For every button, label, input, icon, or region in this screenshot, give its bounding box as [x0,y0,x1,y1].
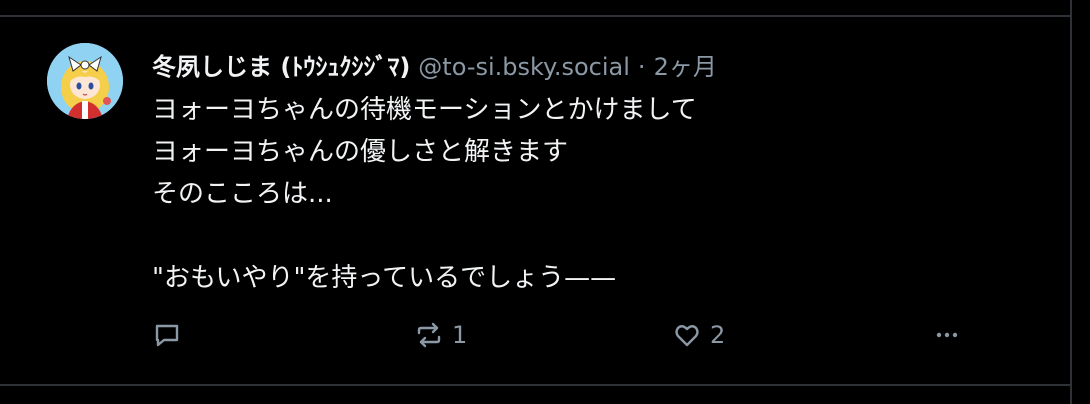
like-count: 2 [710,321,726,349]
header-separator: · [637,53,646,81]
post-text-line: ヨォーヨちゃんの優しさと解きます [152,137,569,167]
repost-count: 1 [452,321,468,349]
like-button[interactable]: 2 [672,315,725,355]
post-card[interactable]: 冬夙しじま (ﾄｳｼｭｸｼｼﾞﾏ) @to-si.bsky.social · 2… [0,17,1072,384]
previous-post-divider [0,0,1072,17]
more-options-button[interactable] [932,315,962,355]
post-text-line: ヨォーヨちゃんの待機モーションとかけまして [152,95,697,125]
next-post-divider [0,384,1072,404]
post-header: 冬夙しじま (ﾄｳｼｭｸｼｼﾞﾏ) @to-si.bsky.social · 2… [152,47,717,87]
speech-bubble-icon [152,320,182,350]
user-handle[interactable]: @to-si.bsky.social [418,53,630,81]
heart-icon [672,320,702,350]
repost-button[interactable]: 1 [414,315,467,355]
ellipsis-icon [932,320,962,350]
display-name[interactable]: 冬夙しじま (ﾄｳｼｭｸｼｼﾞﾏ) [152,47,410,82]
avatar[interactable] [47,43,123,119]
post-text-line: そのこころは... [152,179,333,209]
post-text-line [152,215,1032,257]
post-text: ヨォーヨちゃんの待機モーションとかけまして ヨォーヨちゃんの優しさと解きます そ… [152,89,1032,299]
reply-button[interactable] [152,315,182,355]
post-text-line: "おもいやり"を持っているでしょう—— [152,263,617,293]
post-actions: 1 2 [152,315,972,355]
repost-arrows-icon [414,320,444,350]
post-timestamp[interactable]: 2ヶ月 [654,47,717,82]
